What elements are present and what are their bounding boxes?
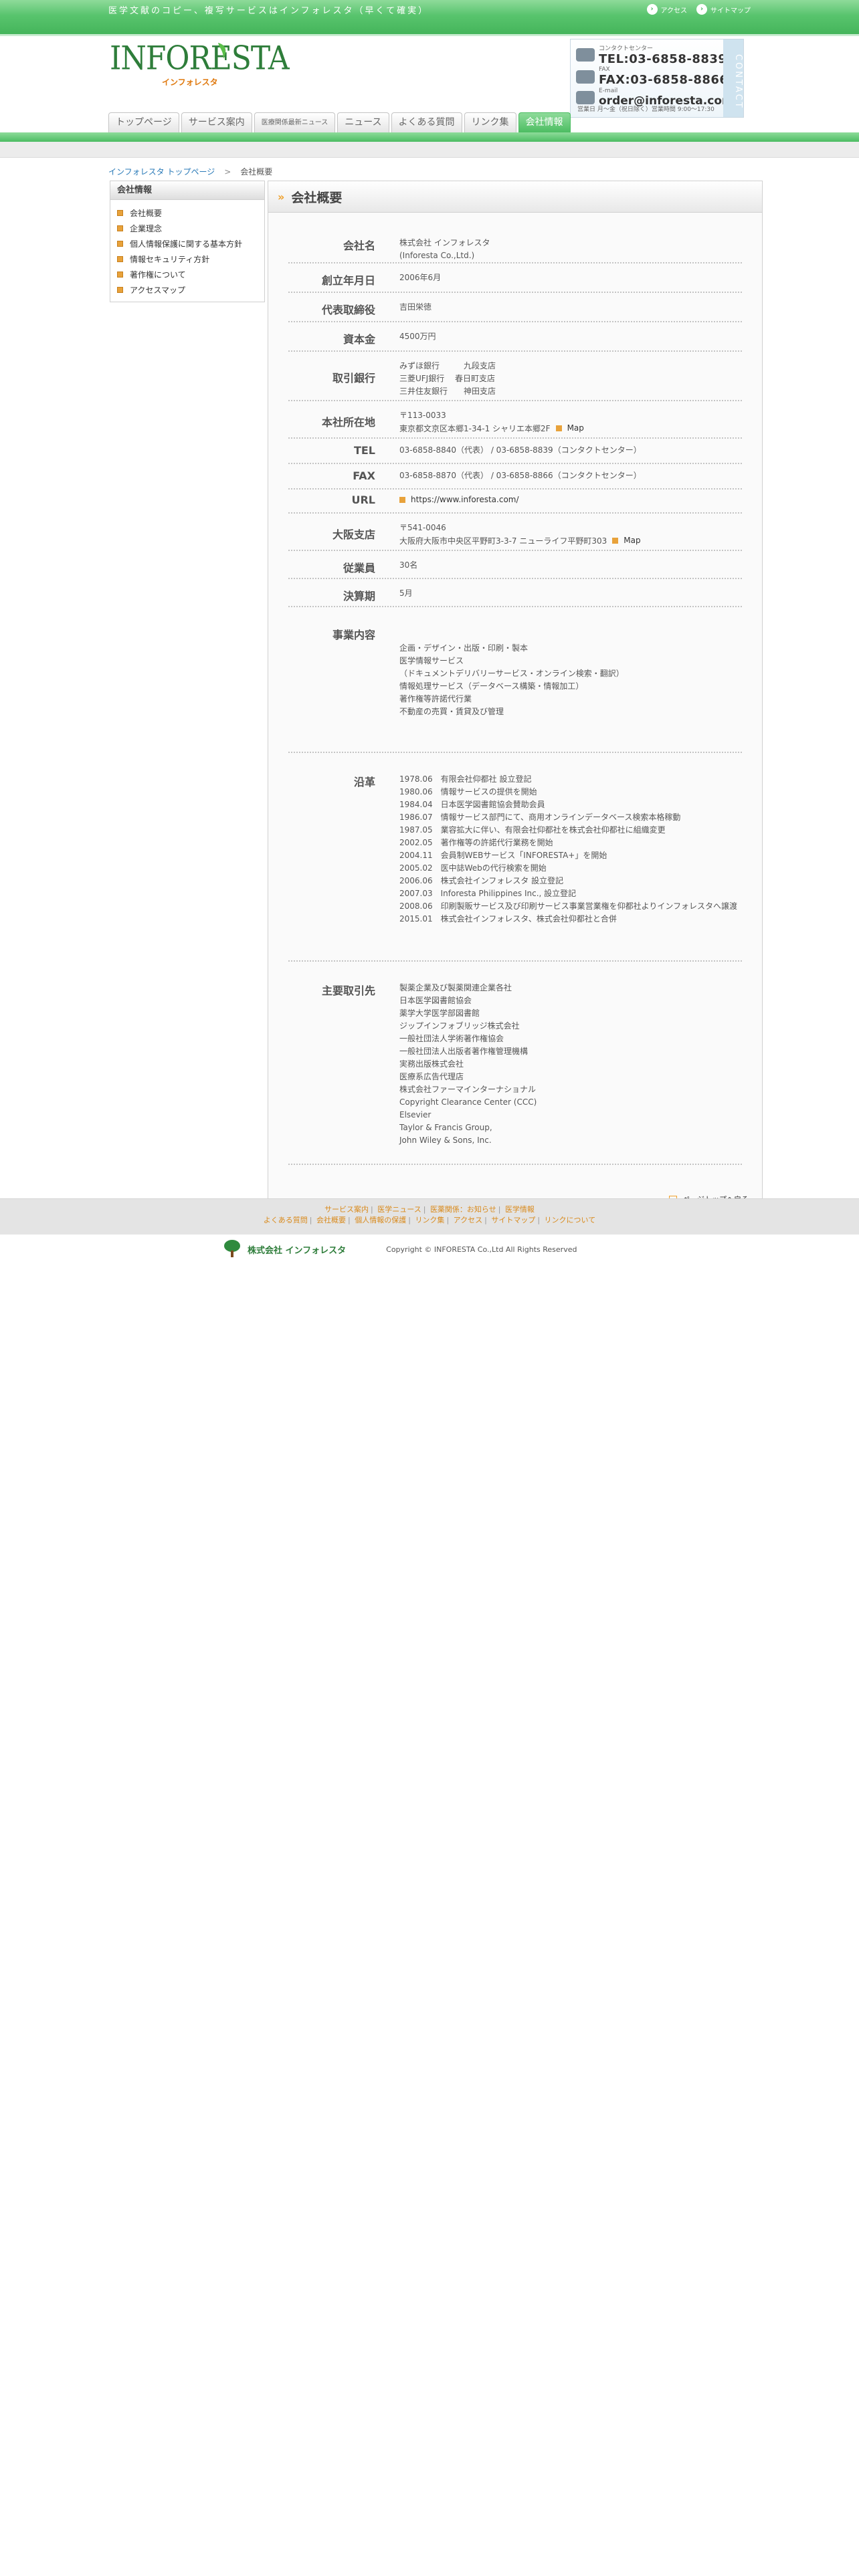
phone-icon [576,48,595,62]
footer-link-access[interactable]: アクセス [454,1216,482,1224]
top-bar: 医学文献のコピー、複写サービスはインフォレスタ（早くて確実） › アクセス › サイ… [0,0,859,36]
footer-link-service[interactable]: サービス案内 [324,1205,369,1214]
bullet-icon [117,210,123,216]
main-content: » 会社概要 会社名 株式会社 インフォレスタ (Inforesta Co.,Lt… [268,181,763,1210]
footer-link-about-links[interactable]: リンクについて [545,1216,596,1224]
contact-box: コンタクトセンター TEL:03-6858-8839 FAX FAX:03-68… [570,39,744,118]
tab-news[interactable]: ニュース [337,112,389,132]
footer-links: サービス案内 | 医学ニュース | 医薬関係：お知らせ | 医学情報 よくある質問 | … [0,1198,859,1235]
footer-logo[interactable]: 株式会社 インフォレスタ [222,1240,346,1259]
row-banks: 取引銀行 みずほ銀行 九段支店 三菱UFJ銀行 春日町支店 三井住友銀行 神田支店 [288,352,742,401]
tel-number[interactable]: TEL:03-6858-8839 [599,52,727,66]
fax-number: FAX:03-6858-8866 [599,73,729,87]
row-tel: TEL 03-6858-8840（代表） / 03-6858-8839（コンタク… [288,439,742,464]
footer-link-info[interactable]: 医学情報 [505,1205,535,1214]
row-business: 事業内容 企画・デザイン・出版・印刷・製本 医学情報サービス （ドキュメントデリバリ… [288,607,742,753]
footer-link-faq[interactable]: よくある質問 [264,1216,308,1224]
mail-icon [576,91,595,104]
page-title-bar: » 会社概要 [268,181,763,213]
sidebar-title: 会社情報 [110,181,264,200]
logo[interactable]: INFORESTA インフォレスタ [110,39,290,87]
footer-link-company[interactable]: 会社概要 [316,1216,346,1224]
bullet-icon [117,256,123,262]
footer-link-sitemap[interactable]: サイトマップ [491,1216,535,1224]
tab-links[interactable]: リンク集 [464,112,516,132]
bullet-icon [612,538,619,544]
row-employees: 従業員 30名 [288,551,742,579]
tab-faq[interactable]: よくある質問 [391,112,462,132]
bullet-icon [117,287,123,293]
company-table: 会社名 株式会社 インフォレスタ (Inforesta Co.,Ltd.) 創立年… [268,213,763,1210]
arrow-circle-icon: › [646,4,658,15]
contact-side-label: CONTACT [723,39,743,117]
row-founded: 創立年月日 2006年6月 [288,263,742,293]
sidebar-item-access[interactable]: アクセスマップ [117,282,264,298]
map-link[interactable]: Map [555,422,584,435]
tree-icon [222,1240,242,1259]
arrow-circle-icon: › [696,4,707,15]
sidebar-item-security[interactable]: 情報セキュリティ方針 [117,251,264,267]
row-ceo: 代表取締役 吉田栄徳 [288,293,742,322]
footer-link-links[interactable]: リンク集 [415,1216,444,1224]
row-fax: FAX 03-6858-8870（代表） / 03-6858-8866（コンタク… [288,464,742,490]
row-capital: 資本金 4500万円 [288,322,742,352]
sub-band [0,142,859,158]
sitemap-link[interactable]: › サイトマップ [696,4,751,15]
bullet-icon [117,225,123,231]
map-link[interactable]: Map [612,534,641,547]
footer-link-news[interactable]: 医学ニュース [377,1205,421,1214]
row-clients: 主要取引先 製薬企業及び製薬関連企業各社 日本医学図書館協会 薬学大学医学部図書館ジ… [288,962,742,1165]
footer: 株式会社 インフォレスタ Copyright © INFORESTA Co.,L… [0,1235,859,1267]
url-link[interactable]: https://www.inforesta.com/ [399,494,519,506]
row-company-name: 会社名 株式会社 インフォレスタ (Inforesta Co.,Ltd.) [288,226,742,263]
row-osaka-branch: 大阪支店 〒541-0046 大阪府大阪市中央区平野町3-3-7 ニューライフ平野… [288,514,742,551]
row-head-office: 本社所在地 〒113-0033 東京都文京区本郷1-34-1 シャリエ本郷2F Ma… [288,401,742,439]
row-url: URL https://www.inforesta.com/ [288,490,742,514]
tab-top[interactable]: トップページ [108,112,179,132]
breadcrumb-current: 会社概要 [240,167,273,177]
sidebar: 会社情報 会社概要 企業理念 個人情報保護に関する基本方針 情報セキュリティ方針… [110,181,265,302]
tab-company[interactable]: 会社情報 [518,112,571,132]
bullet-icon [117,241,123,247]
bullet-icon [399,497,405,503]
sidebar-item-overview[interactable]: 会社概要 [117,205,264,221]
chevron-right-icon: » [278,190,285,203]
copyright: Copyright © INFORESTA Co.,Ltd All Rights… [386,1245,577,1254]
sidebar-item-philosophy[interactable]: 企業理念 [117,221,264,236]
breadcrumb: インフォレスタ トップページ > 会社概要 [108,167,273,177]
main-nav: トップページ サービス案内 医療関係最新ニュース ニュース よくある質問 リンク… [108,112,751,132]
logo-text: INFORESTA [110,39,290,78]
row-history: 沿革 1978.06 有限会社仰都社 設立登記 1980.06 情報サービスの提供… [288,753,742,962]
tab-medical-news[interactable]: 医療関係最新ニュース [254,112,336,132]
breadcrumb-home[interactable]: インフォレスタ トップページ [108,167,215,177]
page-title: 会社概要 [291,190,343,205]
nav-underline [0,132,859,142]
row-fiscal: 決算期 5月 [288,579,742,607]
tagline: 医学文献のコピー、複写サービスはインフォレスタ（早くて確実） [108,5,430,16]
fax-icon [576,70,595,84]
leaf-icon [218,43,226,59]
footer-link-privacy[interactable]: 個人情報の保護 [355,1216,406,1224]
header: INFORESTA インフォレスタ コンタクトセンター TEL:03-6858-… [108,36,751,118]
bullet-icon [117,272,123,278]
access-link[interactable]: › アクセス [646,4,687,15]
footer-link-notices[interactable]: 医薬関係：お知らせ [430,1205,496,1214]
logo-subtitle: インフォレスタ [162,78,218,87]
sidebar-item-privacy[interactable]: 個人情報保護に関する基本方針 [117,236,264,251]
bullet-icon [555,425,562,431]
sidebar-item-copyright[interactable]: 著作権について [117,267,264,282]
tab-service[interactable]: サービス案内 [181,112,252,132]
